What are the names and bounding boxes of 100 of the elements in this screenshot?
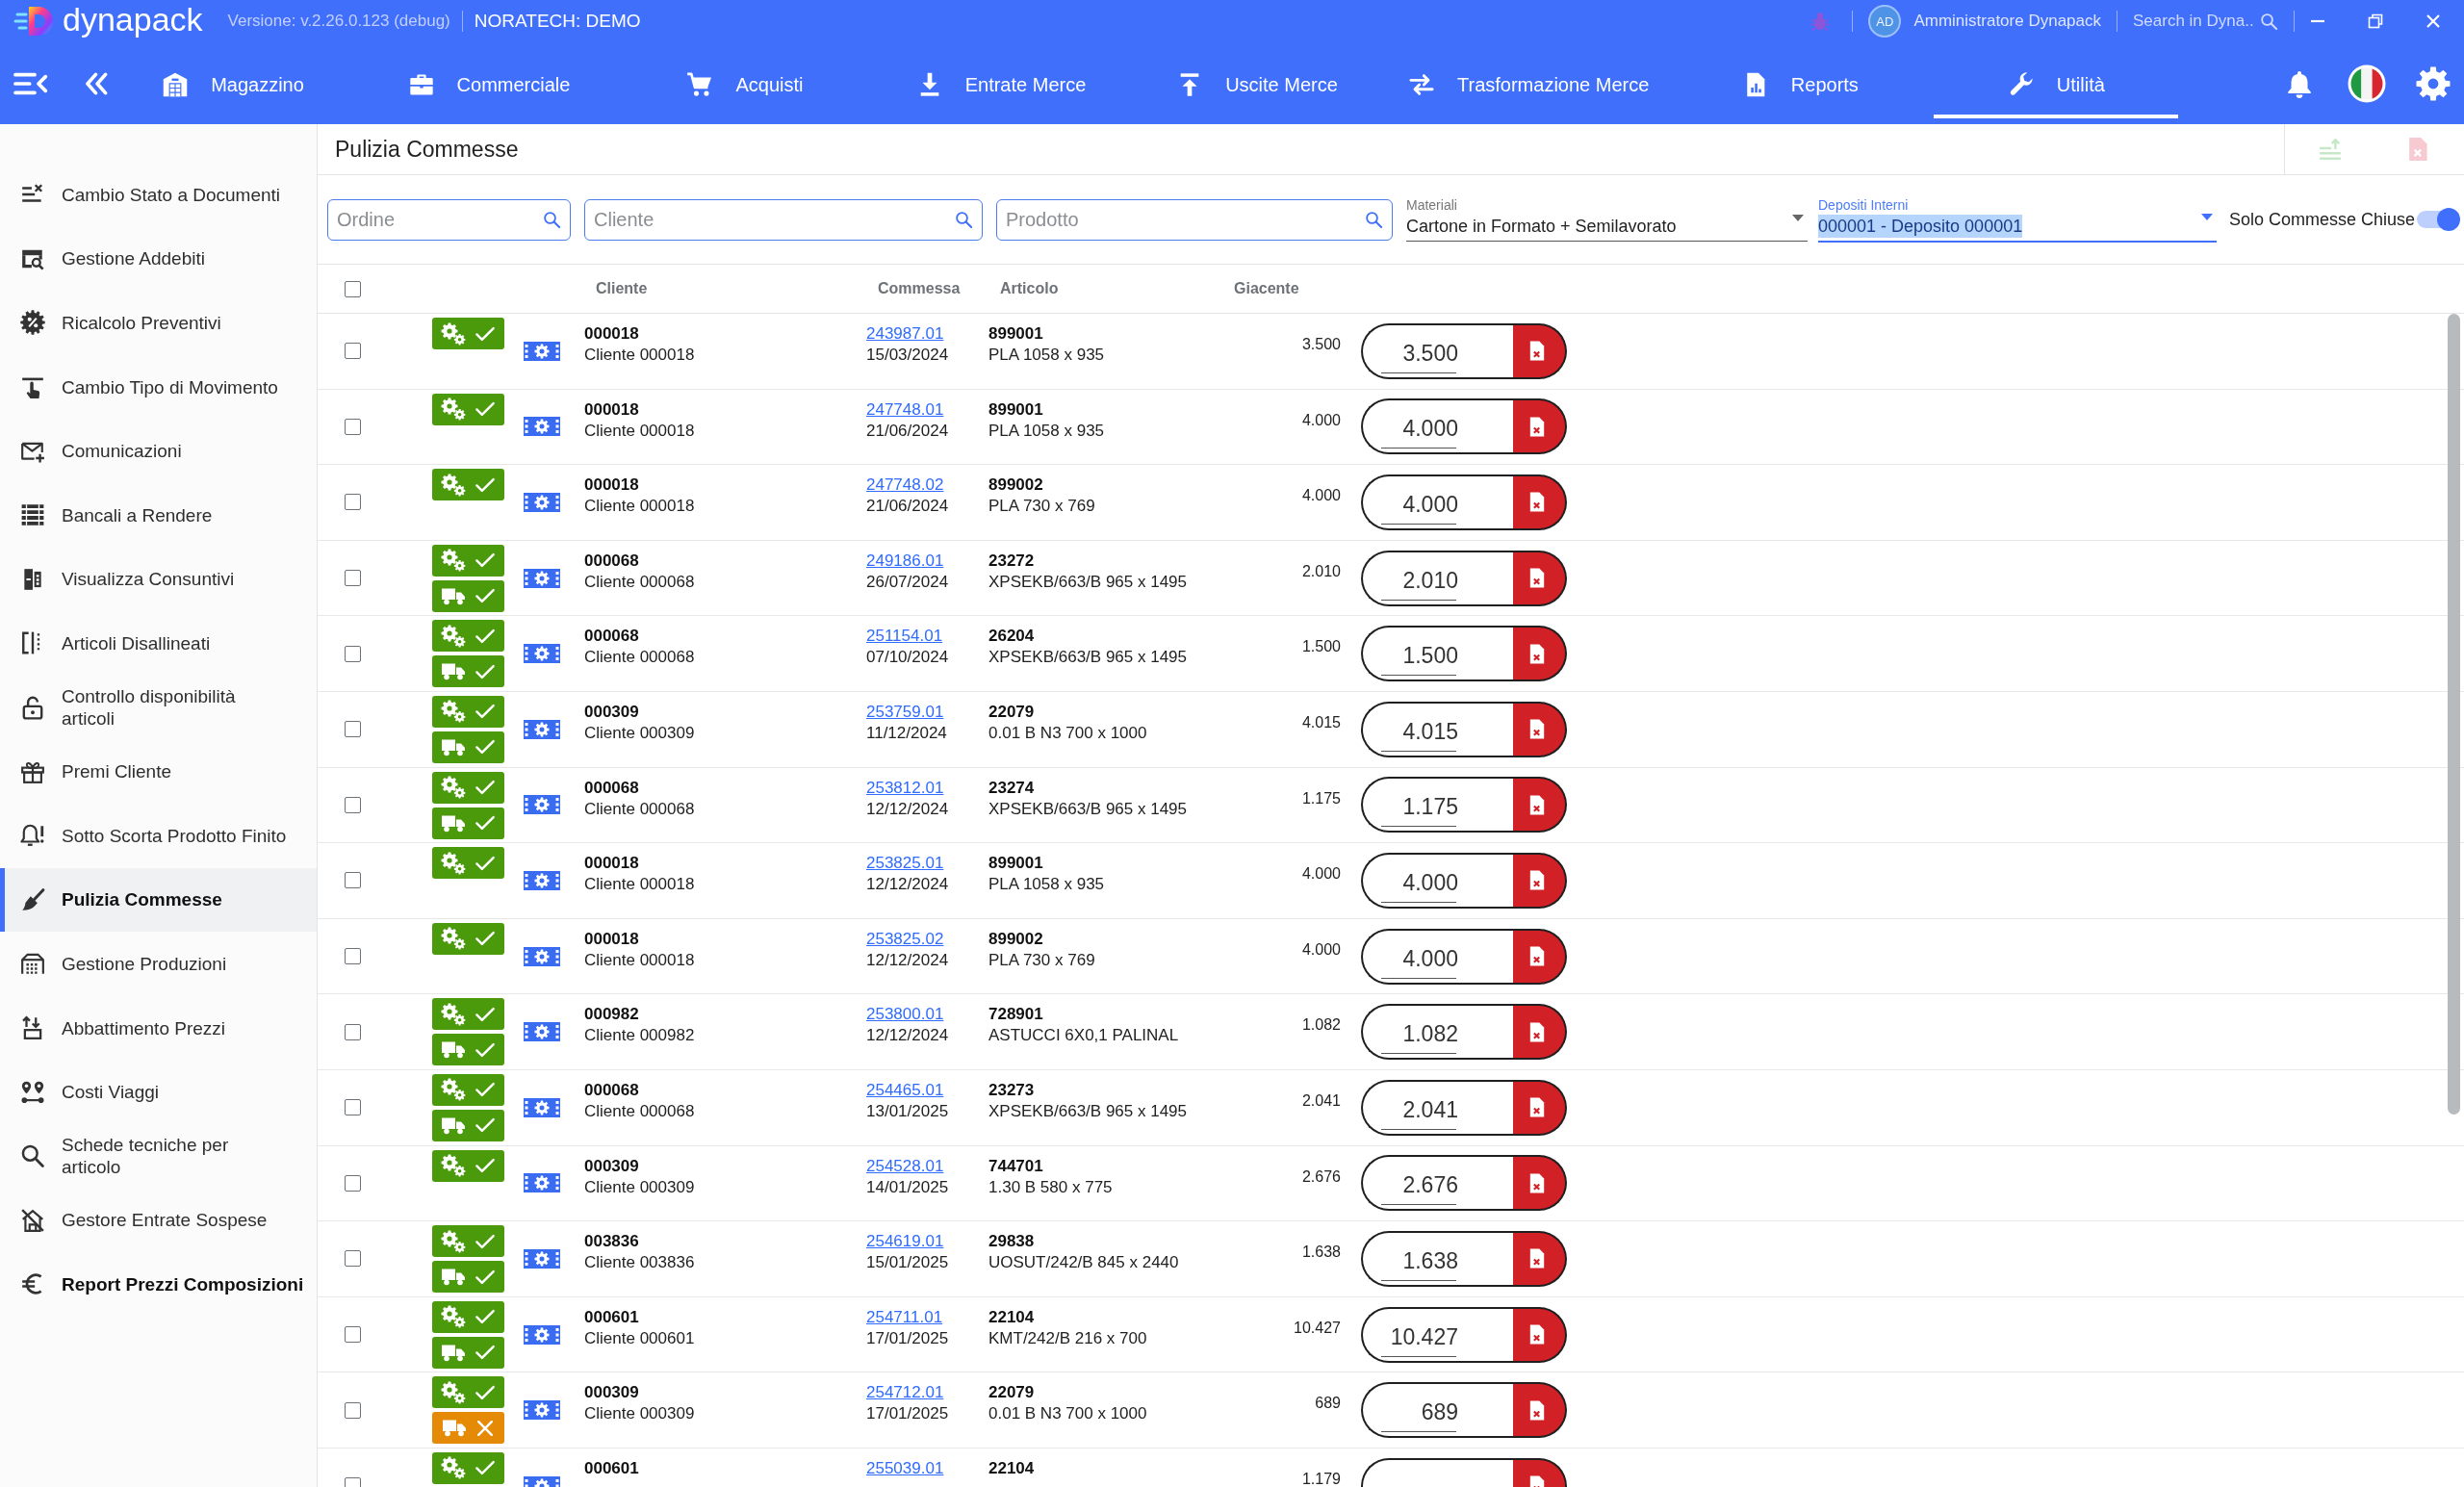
- gear-ticket-icon[interactable]: [524, 944, 560, 968]
- restore-icon[interactable]: [2368, 13, 2383, 29]
- gear-ticket-icon[interactable]: [524, 793, 560, 817]
- checkbox[interactable]: [344, 1099, 361, 1116]
- order-link[interactable]: 253825.02: [866, 928, 944, 950]
- checkbox[interactable]: [344, 570, 361, 587]
- sidebar-item[interactable]: Articoli Disallineati: [0, 611, 317, 676]
- close-icon[interactable]: [2426, 13, 2441, 29]
- scrollbar[interactable]: [2448, 314, 2460, 1115]
- checkbox[interactable]: [344, 645, 361, 662]
- gear-ticket-icon[interactable]: [524, 1171, 560, 1195]
- checkbox[interactable]: [344, 948, 361, 965]
- toggle-switch[interactable]: [2417, 207, 2461, 232]
- nav-tab[interactable]: Entrate Merce: [879, 42, 1123, 118]
- double-chevron-left-icon[interactable]: [85, 70, 108, 96]
- bell-icon[interactable]: [2285, 68, 2314, 98]
- sidebar-item[interactable]: Bancali a Rendere: [0, 482, 317, 548]
- order-link[interactable]: 253800.01: [866, 1004, 944, 1026]
- order-link[interactable]: 253759.01: [866, 701, 944, 723]
- search-icon[interactable]: [543, 210, 561, 229]
- gear-ticket-icon[interactable]: [524, 1095, 560, 1119]
- gear-ticket-icon[interactable]: [524, 1020, 560, 1044]
- sidebar-item[interactable]: Cambio Tipo di Movimento: [0, 354, 317, 420]
- gear-ticket-icon[interactable]: [524, 642, 560, 666]
- nav-tab[interactable]: Utilità: [1934, 42, 2179, 118]
- gear-ticket-icon[interactable]: [524, 339, 560, 363]
- sidebar-item[interactable]: Abbattimento Prezzi: [0, 995, 317, 1061]
- search-icon[interactable]: [955, 210, 973, 229]
- checkbox[interactable]: [344, 1401, 361, 1419]
- search-icon[interactable]: [2260, 12, 2278, 31]
- order-link[interactable]: 254619.01: [866, 1231, 944, 1253]
- sidebar-item[interactable]: Gestore Entrate Sospese: [0, 1188, 317, 1253]
- nav-tab[interactable]: Commerciale: [367, 42, 611, 118]
- checkbox[interactable]: [344, 1250, 361, 1268]
- article-code: 899002: [988, 928, 1043, 950]
- sidebar-item[interactable]: Costi Viaggi: [0, 1060, 317, 1124]
- version-label: Versione: v.2.26.0.123 (debug): [227, 12, 450, 31]
- checkbox[interactable]: [344, 280, 361, 297]
- gear-ticket-icon[interactable]: [524, 1398, 560, 1423]
- checkbox[interactable]: [344, 1023, 361, 1040]
- search-field[interactable]: Search in Dyna..: [2133, 12, 2254, 31]
- checkbox[interactable]: [344, 721, 361, 738]
- order-link[interactable]: 243987.01: [866, 323, 944, 345]
- order-link[interactable]: 254711.01: [866, 1306, 943, 1328]
- sidebar-item[interactable]: Cambio Stato a Documenti: [0, 163, 317, 227]
- search-field[interactable]: Cliente: [584, 198, 983, 241]
- order-link[interactable]: 249186.01: [866, 550, 944, 572]
- gear-ticket-icon[interactable]: [524, 415, 560, 439]
- gear-ticket-icon[interactable]: [524, 566, 560, 590]
- minimize-icon[interactable]: [2310, 19, 2325, 23]
- order-link[interactable]: 255039.01: [866, 1457, 944, 1479]
- checkbox[interactable]: [344, 343, 361, 360]
- nav-tab[interactable]: Acquisti: [623, 42, 867, 118]
- checkbox[interactable]: [344, 1174, 361, 1192]
- customer-code: 000068: [584, 1079, 639, 1101]
- dropdown[interactable]: Materiali Cartone in Formato + Semilavorato: [1406, 197, 1808, 242]
- order-link[interactable]: 247748.02: [866, 474, 944, 497]
- column-header[interactable]: Cliente: [584, 280, 648, 297]
- gear-ticket-icon[interactable]: [524, 868, 560, 892]
- checkbox[interactable]: [344, 796, 361, 813]
- column-header[interactable]: Articolo: [988, 280, 1059, 297]
- sidebar-item[interactable]: Premi Cliente: [0, 739, 317, 804]
- sidebar-item[interactable]: Sotto Scorta Prodotto Finito: [0, 803, 317, 868]
- flag-icon[interactable]: [2348, 64, 2386, 103]
- order-link[interactable]: 254465.01: [866, 1079, 944, 1101]
- nav-tab[interactable]: Uscite Merce: [1135, 42, 1379, 118]
- search-field[interactable]: Ordine: [327, 198, 571, 241]
- nav-tab[interactable]: Magazzino: [111, 42, 355, 118]
- order-link[interactable]: 253812.01: [866, 777, 944, 799]
- gear-ticket-icon[interactable]: [524, 491, 560, 514]
- sidebar-item[interactable]: Report Prezzi Composizioni: [0, 1252, 317, 1317]
- sidebar-item[interactable]: Schede tecniche per articolo: [0, 1123, 317, 1189]
- user-name[interactable]: Amministratore Dynapack: [1913, 12, 2101, 31]
- settings-icon[interactable]: [2416, 65, 2451, 101]
- sidebar-item[interactable]: Gestione Addebiti: [0, 226, 317, 292]
- nav-tab[interactable]: Trasformazione Merce: [1391, 42, 1667, 118]
- dropdown[interactable]: Depositi Interni 000001 - Deposito 000001: [1818, 196, 2217, 243]
- order-link[interactable]: 253825.01: [866, 853, 944, 875]
- checkbox[interactable]: [344, 872, 361, 889]
- checkbox[interactable]: [344, 418, 361, 435]
- nav-tab[interactable]: Reports: [1678, 42, 1923, 118]
- sidebar-item[interactable]: Controllo disponibilità articoli: [0, 675, 317, 740]
- search-field[interactable]: Prodotto: [996, 198, 1393, 241]
- order-link[interactable]: 254712.01: [866, 1382, 944, 1404]
- order-link[interactable]: 251154.01: [866, 626, 943, 648]
- search-icon[interactable]: [1365, 210, 1383, 229]
- column-header[interactable]: Commessa: [866, 280, 961, 297]
- order-link[interactable]: 254528.01: [866, 1155, 944, 1177]
- sidebar-item[interactable]: Comunicazioni: [0, 419, 317, 483]
- sidebar-item[interactable]: Gestione Produzioni: [0, 932, 317, 996]
- order-link[interactable]: 247748.01: [866, 398, 944, 421]
- checkbox[interactable]: [344, 1326, 361, 1343]
- sidebar-item[interactable]: Ricalcolo Preventivi: [0, 291, 317, 355]
- column-header[interactable]: Giacente: [1222, 280, 1299, 297]
- sidebar-item[interactable]: Pulizia Commesse: [0, 867, 317, 933]
- gear-ticket-icon[interactable]: [524, 717, 560, 741]
- gear-ticket-icon[interactable]: [524, 1246, 560, 1270]
- gear-ticket-icon[interactable]: [524, 1322, 560, 1346]
- sidebar-item[interactable]: Visualizza Consuntivi: [0, 547, 317, 612]
- checkbox[interactable]: [344, 494, 361, 511]
